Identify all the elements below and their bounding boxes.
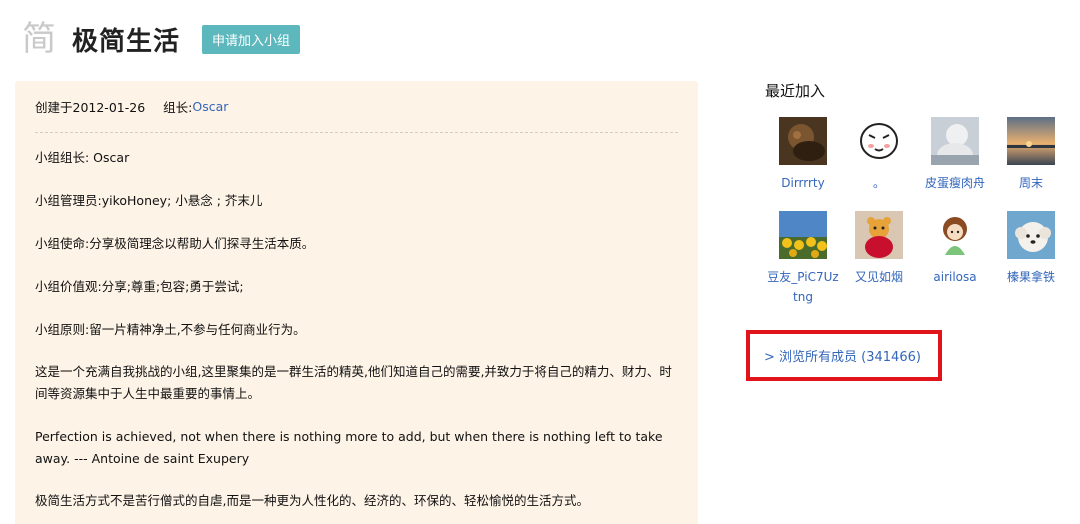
sunflowers-avatar[interactable] — [779, 211, 827, 259]
intro-paragraph: 小组原则:留一片精神净土,不参与任何商业行为。 — [35, 322, 306, 337]
intro-paragraph: 小组价值观:分享;尊重;包容;勇于尝试; — [35, 279, 244, 294]
member-name[interactable]: 豆友_PiC7Uztng — [765, 267, 841, 307]
intro-paragraph: 小组管理员:yikoHoney; 小悬念 ; 芥末儿 — [35, 193, 263, 208]
group-logo-icon: 简 — [22, 19, 56, 59]
member-item[interactable]: 榛果拿铁 — [993, 211, 1069, 287]
member-name[interactable]: 又见如烟 — [841, 267, 917, 287]
cartoon-face-avatar[interactable] — [855, 117, 903, 165]
group-title: 极简生活 — [72, 26, 181, 57]
member-name[interactable]: 。 — [841, 173, 917, 193]
intro-paragraph: 小组使命:分享极简理念以帮助人们探寻生活本质。 — [35, 236, 315, 251]
member-item[interactable]: 豆友_PiC7Uztng — [765, 211, 841, 307]
sidebar: 最近加入 Dirrrrty 。 皮蛋瘦肉舟 周末 豆友_PiC7Uztng 又见… — [765, 80, 1065, 304]
member-item[interactable]: 皮蛋瘦肉舟 — [917, 117, 993, 193]
owner-label: 组长: — [163, 100, 193, 115]
white-plush-avatar[interactable] — [931, 117, 979, 165]
white-dog-avatar[interactable] — [1007, 211, 1055, 259]
member-name[interactable]: airilosa — [917, 267, 993, 287]
intro-paragraph: Perfection is achieved, not when there i… — [35, 429, 663, 466]
sunset-lake-avatar[interactable] — [1007, 117, 1055, 165]
member-name[interactable]: Dirrrrty — [765, 173, 841, 193]
recent-members-title: 最近加入 — [765, 82, 826, 100]
intro-paragraph: 极简生活方式不是苦行僧式的自虐,而是一种更为人性化的、经济的、环保的、轻松愉悦的… — [35, 493, 589, 508]
group-intro-panel: 创建于2012-01-26 组长: Oscar 小组组长: Oscar 小组管理… — [15, 81, 698, 524]
group-header: 简 极简生活 申请加入小组 — [22, 18, 301, 60]
member-name[interactable]: 皮蛋瘦肉舟 — [917, 173, 993, 193]
member-name[interactable]: 榛果拿铁 — [993, 267, 1069, 287]
member-item[interactable]: 又见如烟 — [841, 211, 917, 287]
browse-all-members-link[interactable]: > 浏览所有成员 (341466) — [764, 346, 921, 365]
join-group-button[interactable]: 申请加入小组 — [202, 24, 301, 54]
intro-paragraph: 小组组长: Oscar — [35, 150, 130, 165]
teddy-bear-avatar[interactable] — [855, 211, 903, 259]
owner-link[interactable]: Oscar — [192, 99, 228, 114]
browse-all-highlight: > 浏览所有成员 (341466) — [746, 330, 942, 381]
member-item[interactable]: Dirrrrty — [765, 117, 841, 193]
dark-brown-photo-avatar[interactable] — [779, 117, 827, 165]
group-meta: 创建于2012-01-26 组长: Oscar — [35, 81, 678, 133]
member-item[interactable]: 。 — [841, 117, 917, 193]
member-item[interactable]: 周末 — [993, 117, 1069, 193]
intro-paragraph: 这是一个充满自我挑战的小组,这里聚集的是一群生活的精英,他们知道自己的需要,并致… — [35, 364, 672, 401]
member-item[interactable]: airilosa — [917, 211, 993, 287]
member-name[interactable]: 周末 — [993, 173, 1069, 193]
created-date: 创建于2012-01-26 — [35, 100, 146, 115]
cartoon-girl-avatar[interactable] — [931, 211, 979, 259]
